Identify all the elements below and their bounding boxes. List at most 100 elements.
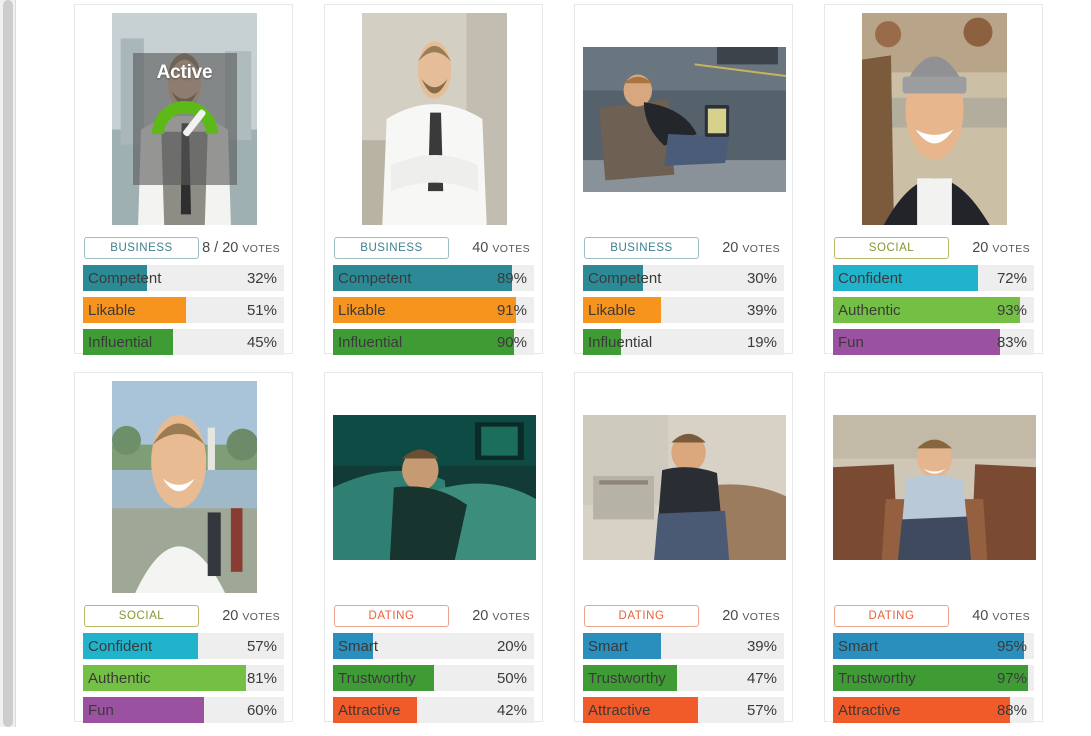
photo-card[interactable]: DATING 20 VOTES Smart 20% Trustworthy 50% Attr… bbox=[324, 372, 543, 723]
photo-container[interactable] bbox=[583, 381, 786, 593]
category-badge[interactable]: SOCIAL bbox=[834, 237, 949, 259]
trait-name: Attractive bbox=[338, 701, 401, 719]
trait-percentage: 47% bbox=[746, 669, 777, 687]
trait-name: Authentic bbox=[88, 669, 151, 687]
photo-image bbox=[362, 13, 507, 225]
card-slot: BUSINESS 40 VOTES Competent 89% Likable 91% In… bbox=[274, 0, 543, 368]
photo-card[interactable]: Active BUSINESS 8 / 20 VOTES Competent 32% L… bbox=[74, 4, 293, 355]
trait-row: Smart 95% bbox=[833, 633, 1034, 659]
trait-percentage: 19% bbox=[746, 333, 777, 351]
trait-row: Influential 90% bbox=[333, 329, 534, 355]
photo-container[interactable] bbox=[333, 381, 536, 593]
trait-percentage: 97% bbox=[996, 669, 1027, 687]
photo-container[interactable]: Active bbox=[83, 13, 286, 225]
votes-label: VOTES bbox=[242, 243, 280, 255]
card-slot: SOCIAL 20 VOTES Confident 57% Authentic 81% Fu… bbox=[24, 368, 293, 736]
photo-container[interactable] bbox=[833, 13, 1036, 225]
trait-row: Authentic 81% bbox=[83, 665, 284, 691]
photo-container[interactable] bbox=[583, 13, 786, 225]
votes-count: 20 VOTES bbox=[722, 240, 783, 256]
card-meta-row: DATING 20 VOTES bbox=[333, 601, 534, 631]
trait-percentage: 20% bbox=[496, 637, 527, 655]
trait-percentage: 95% bbox=[996, 637, 1027, 655]
votes-label: VOTES bbox=[492, 611, 530, 623]
votes-count: 20 VOTES bbox=[972, 240, 1033, 256]
photo-card[interactable]: SOCIAL 20 VOTES Confident 57% Authentic 81% Fu… bbox=[74, 372, 293, 723]
trait-percentage: 81% bbox=[246, 669, 277, 687]
trait-row: Likable 51% bbox=[83, 297, 284, 323]
trait-list: Smart 20% Trustworthy 50% Attractive 42% bbox=[333, 633, 534, 723]
photo-image bbox=[833, 414, 1036, 560]
trait-name: Confident bbox=[88, 637, 153, 655]
trait-row: Likable 39% bbox=[583, 297, 784, 323]
trait-name: Trustworthy bbox=[838, 669, 916, 687]
card-slot: DATING 20 VOTES Smart 39% Trustworthy 47% Attr… bbox=[524, 368, 793, 736]
trait-percentage: 60% bbox=[246, 701, 277, 719]
photo-card[interactable]: BUSINESS 40 VOTES Competent 89% Likable 91% In… bbox=[324, 4, 543, 355]
trait-row: Attractive 57% bbox=[583, 697, 784, 723]
photo-image bbox=[583, 46, 786, 192]
card-slot: SOCIAL 20 VOTES Confident 72% Authentic 93% Fu… bbox=[774, 0, 1043, 368]
votes-number: 20 bbox=[972, 240, 989, 256]
trait-name: Likable bbox=[588, 301, 636, 319]
card-meta-row: BUSINESS 40 VOTES bbox=[333, 233, 534, 263]
scrollbar-thumb[interactable] bbox=[3, 0, 13, 727]
photo-card[interactable]: DATING 40 VOTES Smart 95% Trustworthy 97% Attr… bbox=[824, 372, 1043, 723]
trait-percentage: 50% bbox=[496, 669, 527, 687]
trait-name: Likable bbox=[88, 301, 136, 319]
trait-percentage: 57% bbox=[746, 701, 777, 719]
trait-name: Influential bbox=[88, 333, 153, 351]
card-meta-row: BUSINESS 8 / 20 VOTES bbox=[83, 233, 284, 263]
photo-image bbox=[112, 381, 257, 593]
trait-name: Smart bbox=[838, 637, 879, 655]
category-badge[interactable]: BUSINESS bbox=[84, 237, 199, 259]
trait-row: Confident 72% bbox=[833, 265, 1034, 291]
active-label: Active bbox=[156, 62, 213, 83]
trait-row: Competent 89% bbox=[333, 265, 534, 291]
votes-count: 40 VOTES bbox=[972, 608, 1033, 624]
photo-image bbox=[583, 414, 786, 560]
photo-card[interactable]: DATING 20 VOTES Smart 39% Trustworthy 47% Attr… bbox=[574, 372, 793, 723]
trait-percentage: 57% bbox=[246, 637, 277, 655]
category-badge[interactable]: DATING bbox=[334, 605, 449, 627]
votes-count: 8 / 20 VOTES bbox=[202, 240, 283, 256]
category-badge[interactable]: DATING bbox=[834, 605, 949, 627]
trait-name: Authentic bbox=[838, 301, 901, 319]
card-slot: DATING 20 VOTES Smart 20% Trustworthy 50% Attr… bbox=[274, 368, 543, 736]
photo-card[interactable]: SOCIAL 20 VOTES Confident 72% Authentic 93% Fu… bbox=[824, 4, 1043, 355]
photo-container[interactable] bbox=[83, 381, 286, 593]
gauge-icon bbox=[151, 101, 218, 137]
votes-count: 20 VOTES bbox=[222, 608, 283, 624]
photo-container[interactable] bbox=[333, 13, 536, 225]
trait-row: Trustworthy 97% bbox=[833, 665, 1034, 691]
trait-row: Competent 32% bbox=[83, 265, 284, 291]
card-meta-row: DATING 20 VOTES bbox=[583, 601, 784, 631]
category-badge[interactable]: SOCIAL bbox=[84, 605, 199, 627]
trait-name: Competent bbox=[588, 269, 662, 287]
votes-number: 40 bbox=[972, 608, 989, 624]
trait-name: Competent bbox=[88, 269, 162, 287]
category-badge[interactable]: DATING bbox=[584, 605, 699, 627]
category-badge[interactable]: BUSINESS bbox=[334, 237, 449, 259]
card-meta-row: SOCIAL 20 VOTES bbox=[833, 233, 1034, 263]
votes-count: 40 VOTES bbox=[472, 240, 533, 256]
category-badge[interactable]: BUSINESS bbox=[584, 237, 699, 259]
trait-name: Smart bbox=[588, 637, 629, 655]
votes-label: VOTES bbox=[492, 243, 530, 255]
content-left-edge bbox=[16, 0, 17, 727]
votes-label: VOTES bbox=[992, 243, 1030, 255]
card-slot: BUSINESS 20 VOTES Competent 30% Likable 39% In… bbox=[524, 0, 793, 368]
trait-percentage: 89% bbox=[496, 269, 527, 287]
card-meta-row: BUSINESS 20 VOTES bbox=[583, 233, 784, 263]
trait-list: Smart 39% Trustworthy 47% Attractive 57% bbox=[583, 633, 784, 723]
photo-container[interactable] bbox=[833, 381, 1036, 593]
trait-percentage: 32% bbox=[246, 269, 277, 287]
window-scrollbar[interactable] bbox=[0, 0, 16, 727]
trait-row: Likable 91% bbox=[333, 297, 534, 323]
trait-row: Attractive 88% bbox=[833, 697, 1034, 723]
photo-card[interactable]: BUSINESS 20 VOTES Competent 30% Likable 39% In… bbox=[574, 4, 793, 355]
photo-feedback-card-grid: Active BUSINESS 8 / 20 VOTES Competent 32% L… bbox=[24, 0, 1091, 727]
votes-count: 20 VOTES bbox=[472, 608, 533, 624]
trait-percentage: 39% bbox=[746, 301, 777, 319]
votes-label: VOTES bbox=[742, 243, 780, 255]
